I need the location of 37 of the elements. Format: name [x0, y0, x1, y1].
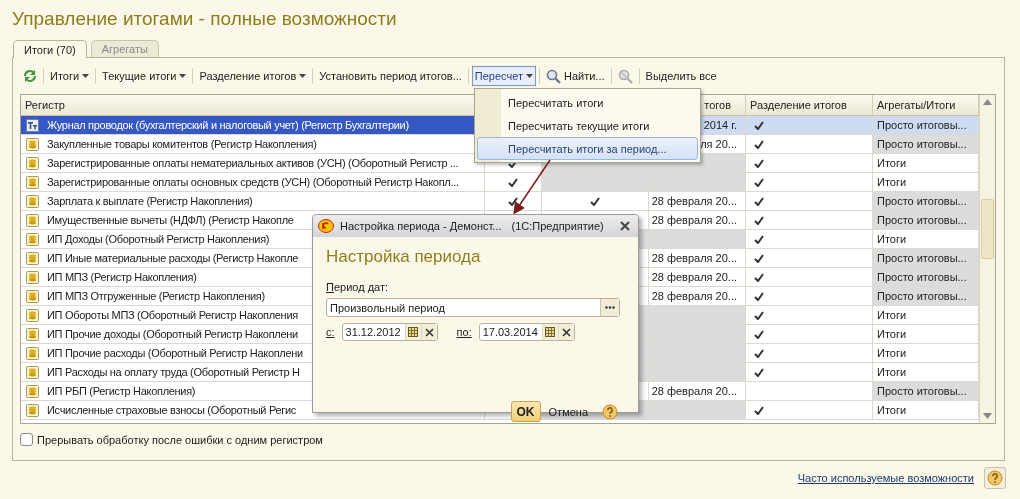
- table-cell: Просто итоговы...: [873, 211, 979, 229]
- table-cell: Закупленные товары комитентов (Регистр Накопления): [47, 138, 317, 150]
- table-cell: 28 февраля 20...: [649, 268, 746, 286]
- table-cell: ИП Прочие доходы (Оборотный Регистр Накоплени: [47, 328, 298, 340]
- table-cell: 28 февраля 20...: [649, 192, 746, 210]
- table-cell: Просто итоговы...: [873, 116, 979, 134]
- table-cell: Просто итоговы...: [873, 287, 979, 305]
- table-cell: ИП Расходы на оплату труда (Оборотный Регистр Н: [47, 366, 300, 378]
- table-cell: Журнал проводок (бухгалтерский и налоговый учет) (Регистр Бухгалтерии): [47, 119, 409, 131]
- window-title: Управление итогами - полные возможности: [11, 7, 398, 31]
- dialog-heading: Настройка периода: [326, 246, 482, 268]
- table-cell: Просто итоговы...: [873, 135, 979, 153]
- checkbox-label: Прерывать обработку после ошибки с одним регистром: [37, 433, 323, 446]
- table-cell: 28 февраля 20...: [649, 382, 746, 400]
- table-cell: 28 февраля 20...: [649, 287, 746, 305]
- table-cell: Просто итоговы...: [873, 268, 979, 286]
- field-label: по:: [456, 326, 472, 338]
- table-cell: ИП Иные материальные расходы (Регистр Накопле: [47, 252, 299, 264]
- table-cell: ИП Обороты МПЗ (Оборотный Регистр Накопления: [47, 309, 298, 321]
- table-cell: Просто итоговы...: [873, 249, 979, 267]
- dialog-title: Настройка периода - Демонст...: [340, 220, 502, 232]
- field-label: с:: [326, 326, 335, 338]
- table-cell: Просто итоговы...: [873, 192, 979, 210]
- table-cell: Зарегистрированные оплаты основных средств (УСН) (Оборотный Регистр Накопл...: [47, 176, 459, 188]
- table-cell: Зарегистрированные оплаты нематериальных активов (УСН) (Оборотный Регистр ...: [47, 157, 459, 169]
- dialog-title: (1С:Предприятие): [511, 220, 604, 232]
- table-cell: ИП РБП (Регистр Накопления): [47, 385, 196, 397]
- table-cell: Исчисленные страховые взносы (Оборотный Регис: [47, 404, 296, 416]
- table-cell: 28 февраля 20...: [649, 249, 746, 267]
- table-cell: ИП Доходы (Оборотный Регистр Накопления): [47, 233, 270, 245]
- table-cell: Просто итоговы...: [873, 382, 979, 400]
- table-cell: 28 февраля 20...: [649, 211, 746, 229]
- table-cell: ИП МПЗ Отгруженные (Регистр Накопления): [47, 290, 265, 302]
- table-cell: ИП Прочие расходы (Оборотный Регистр Накоплени: [47, 347, 303, 359]
- table-cell: ИП МПЗ (Регистр Накопления): [47, 271, 197, 283]
- table-cell: Имущественные вычеты (НДФЛ) (Регистр Накопле: [47, 214, 294, 226]
- table-cell: Зарплата к выплате (Регистр Накопления): [47, 195, 253, 207]
